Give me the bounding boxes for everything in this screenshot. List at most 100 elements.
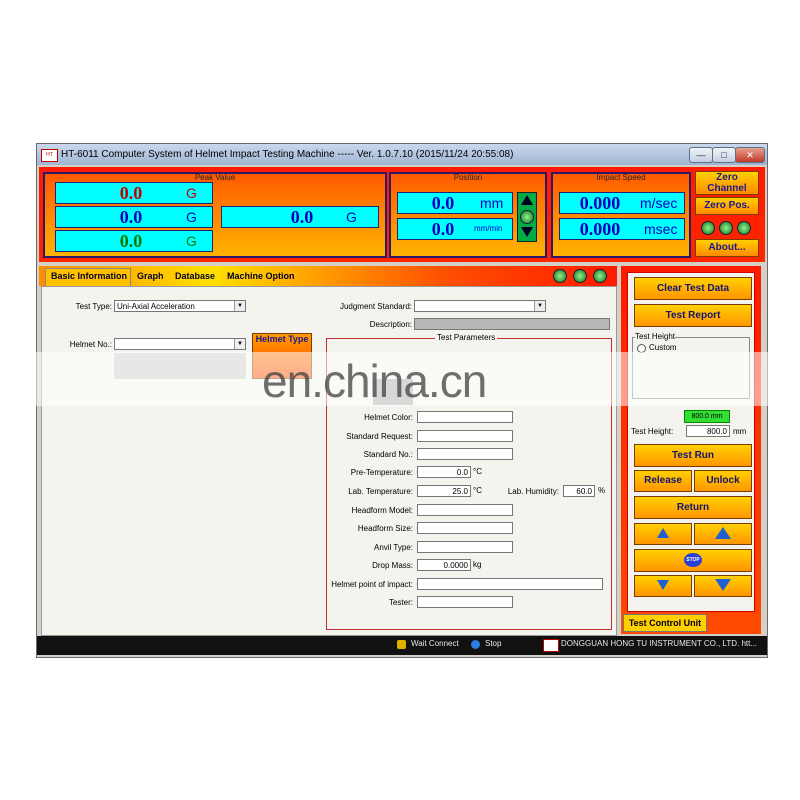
tab-basic-information[interactable]: Basic Information <box>51 271 127 281</box>
indicator-light-3-icon <box>737 221 751 235</box>
arrow-down-fast-icon <box>715 579 731 592</box>
drop-mass-field[interactable]: 0.0000 <box>417 559 471 571</box>
chevron-down-icon[interactable]: ▼ <box>234 301 245 311</box>
tab-graph[interactable]: Graph <box>137 271 164 281</box>
impact-speed-label: Impact Speed <box>596 173 646 182</box>
peak-value-panel: Peak Value 0.0 G 0.0 G 0.0 G 0.0 G <box>43 172 387 258</box>
move-down-fast-button[interactable] <box>694 575 752 597</box>
control-unit-body: Clear Test Data Test Report Test Height … <box>627 272 755 612</box>
status-light-3-icon <box>593 269 607 283</box>
pre-temperature-field[interactable]: 0.0 <box>417 466 471 478</box>
test-height-field[interactable]: 800.0 <box>686 425 730 437</box>
impact-speed-value: 0.000 <box>579 193 621 213</box>
impact-point-field[interactable] <box>417 578 603 590</box>
lab-temperature-field[interactable]: 25.0 <box>417 485 471 497</box>
title-bar: HT HT-6011 Computer System of Helmet Imp… <box>37 144 767 165</box>
close-button[interactable]: ✕ <box>735 147 765 163</box>
peak-value-combined: 0.0 G <box>221 206 379 228</box>
readout-bar: Peak Value 0.0 G 0.0 G 0.0 G 0.0 G Posit… <box>39 167 765 262</box>
stop-icon: STOP <box>684 553 702 568</box>
anvil-type-field[interactable] <box>417 541 513 553</box>
test-height-group-label: Test Height <box>635 332 676 341</box>
chevron-down-icon[interactable]: ▼ <box>534 301 545 311</box>
description-label: Description: <box>369 320 412 329</box>
impact-speed-row-2: 0.000 msec <box>559 218 685 240</box>
peak-unit-2: G <box>186 209 197 225</box>
standard-request-field[interactable] <box>417 430 513 442</box>
test-run-button[interactable]: Test Run <box>634 444 752 467</box>
impact-point-label: Helmet point of impact: <box>331 580 413 589</box>
maximize-button[interactable]: □ <box>712 147 736 163</box>
tab-test-control-unit[interactable]: Test Control Unit <box>623 614 707 632</box>
jog-center-icon[interactable] <box>520 210 534 224</box>
tab-machine-option[interactable]: Machine Option <box>227 271 295 281</box>
about-button[interactable]: About... <box>695 239 759 257</box>
zero-pos-button[interactable]: Zero Pos. <box>695 197 759 215</box>
impact-speed-panel: Impact Speed 0.000 m/sec 0.000 msec <box>551 172 691 258</box>
test-height-label: Test Height: <box>631 427 674 436</box>
judgment-standard-select[interactable]: ▼ <box>414 300 546 312</box>
basic-information-panel: Test Type: Uni-Axial Acceleration ▼ Judg… <box>41 286 617 636</box>
peak-unit-combined: G <box>346 209 357 225</box>
speed-value: 0.0 <box>431 219 455 239</box>
lab-humidity-label: Lab. Humidity: <box>507 487 559 496</box>
app-logo-icon: HT <box>41 149 58 162</box>
anvil-type-label: Anvil Type: <box>374 543 413 552</box>
tester-field[interactable] <box>417 596 513 608</box>
custom-option-label: Custom <box>649 343 677 352</box>
pre-temperature-unit: °C <box>473 467 482 476</box>
lab-humidity-unit: % <box>598 486 606 495</box>
test-type-select[interactable]: Uni-Axial Acceleration ▼ <box>114 300 246 312</box>
helmet-no-select[interactable]: ▼ <box>114 338 246 350</box>
move-down-slow-button[interactable] <box>634 575 692 597</box>
helmet-color-field[interactable] <box>417 411 513 423</box>
company-name: DONGGUAN HONG TU INSTRUMENT CO., LTD. ht… <box>561 639 758 648</box>
arrow-up-fast-icon <box>715 527 731 540</box>
stop-status-icon <box>471 640 480 649</box>
test-report-button[interactable]: Test Report <box>634 304 752 327</box>
move-up-slow-button[interactable] <box>634 523 692 545</box>
stop-status: Stop <box>485 639 502 648</box>
position-panel: Position 0.0 mm 0.0 mm/min <box>389 172 547 258</box>
impact-speed-unit: m/sec <box>640 195 678 211</box>
tester-label: Tester: <box>388 598 413 607</box>
description-field[interactable] <box>414 318 610 330</box>
unlock-button[interactable]: Unlock <box>694 470 752 492</box>
lab-temperature-unit: °C <box>473 486 482 495</box>
position-value: 0.0 <box>431 193 455 213</box>
minimize-button[interactable]: — <box>689 147 713 163</box>
tab-database[interactable]: Database <box>175 271 215 281</box>
stop-button[interactable]: STOP <box>634 549 752 572</box>
clear-test-data-button[interactable]: Clear Test Data <box>634 277 752 300</box>
headform-model-field[interactable] <box>417 504 513 516</box>
test-control-unit-panel: Clear Test Data Test Report Test Height … <box>621 266 761 634</box>
position-row-1: 0.0 mm <box>397 192 513 214</box>
peak-value-row-2: 0.0 G <box>55 206 213 228</box>
return-button[interactable]: Return <box>634 496 752 519</box>
test-parameters-title: Test Parameters <box>435 333 498 342</box>
watermark-text: en.china.cn <box>262 355 487 407</box>
peak-value-row-1: 0.0 G <box>55 182 213 204</box>
impact-time-unit: msec <box>644 221 678 237</box>
peak-value-1: 0.0 <box>119 183 143 203</box>
position-label: Position <box>453 173 483 182</box>
release-button[interactable]: Release <box>634 470 692 492</box>
standard-no-label: Standard No.: <box>363 450 413 459</box>
peak-value-combined-value: 0.0 <box>290 207 314 227</box>
standard-no-field[interactable] <box>417 448 513 460</box>
headform-size-label: Headform Size: <box>357 524 413 533</box>
arrow-down-icon <box>657 580 669 591</box>
lab-humidity-field[interactable]: 60.0 <box>563 485 595 497</box>
impact-speed-row-1: 0.000 m/sec <box>559 192 685 214</box>
wait-connect-status: Wait Connect <box>411 639 459 648</box>
jog-control[interactable] <box>517 192 537 242</box>
connection-icon <box>397 640 406 649</box>
jog-up-icon[interactable] <box>521 195 533 205</box>
lab-temperature-label: Lab. Temperature: <box>348 487 413 496</box>
headform-size-field[interactable] <box>417 522 513 534</box>
move-up-fast-button[interactable] <box>694 523 752 545</box>
peak-unit-3: G <box>186 233 197 249</box>
zero-channel-button[interactable]: Zero Channel <box>695 171 759 195</box>
chevron-down-icon[interactable]: ▼ <box>234 339 245 349</box>
jog-down-icon[interactable] <box>521 227 533 237</box>
